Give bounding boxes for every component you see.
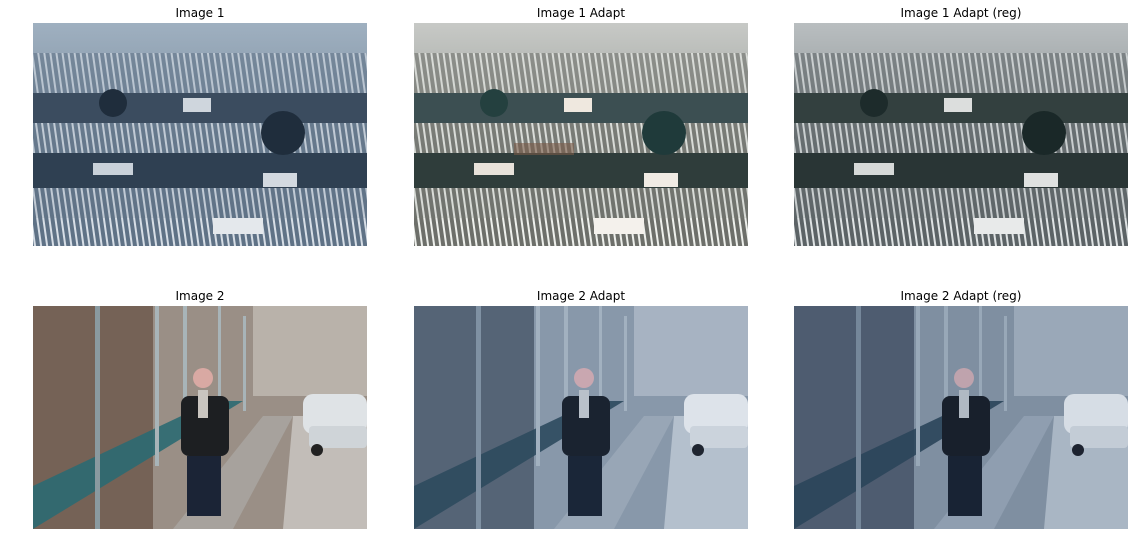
panel-title: Image 1 bbox=[175, 6, 225, 20]
vineyard-photo bbox=[794, 23, 1128, 246]
panel-title: Image 2 Adapt bbox=[536, 289, 626, 303]
panel-title: Image 2 bbox=[175, 289, 225, 303]
bridge-photo bbox=[414, 306, 748, 529]
panel-title: Image 1 Adapt bbox=[536, 6, 626, 20]
vineyard-photo bbox=[33, 23, 367, 246]
bridge-photo bbox=[794, 306, 1128, 529]
panel-title: Image 1 Adapt (reg) bbox=[900, 6, 1022, 20]
vineyard-photo bbox=[414, 23, 748, 246]
bridge-photo bbox=[33, 306, 367, 529]
panel-title: Image 2 Adapt (reg) bbox=[900, 289, 1022, 303]
